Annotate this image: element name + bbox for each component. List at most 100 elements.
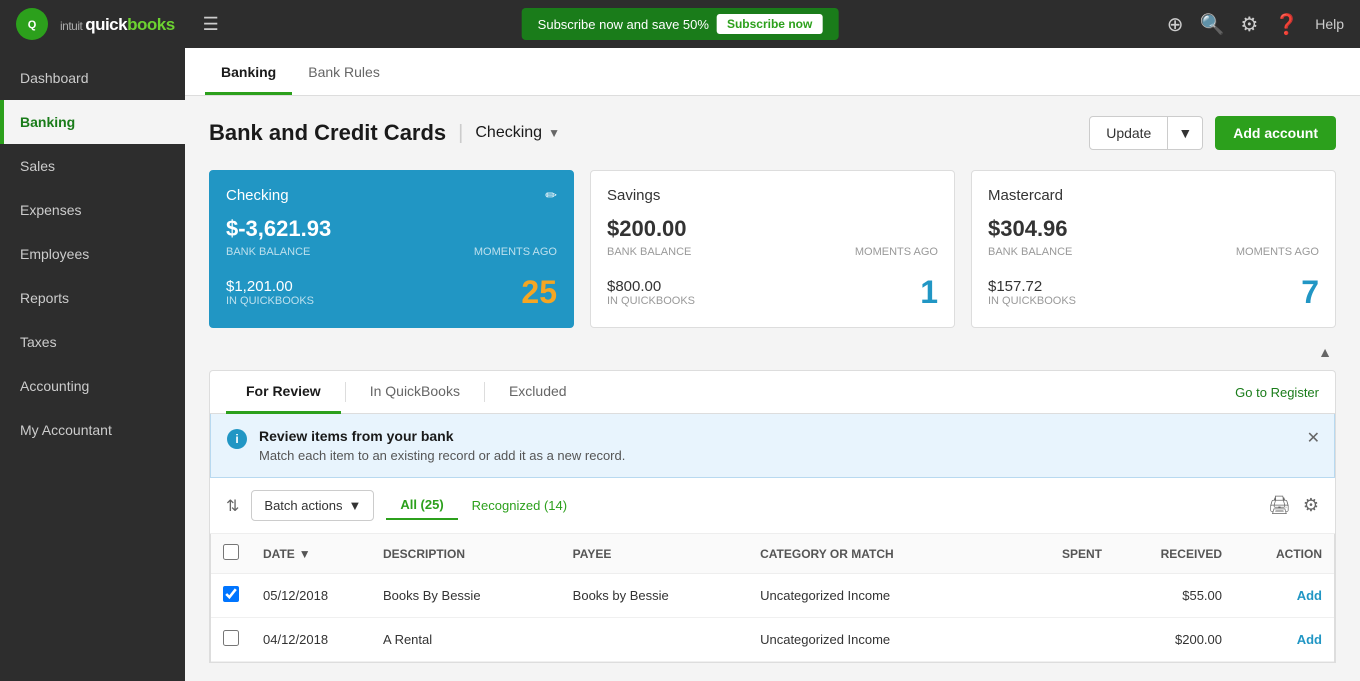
tab-for-review[interactable]: For Review [226,371,341,414]
col-payee: PAYEE [561,534,748,574]
row2-checkbox-cell [211,618,251,662]
account-selector[interactable]: Checking ▼ [475,124,560,142]
card-footer-checking: $1,201.00 IN QUICKBOOKS 25 [226,274,557,311]
inner-content: Bank and Credit Cards | Checking ▼ Updat… [185,96,1360,681]
collapse-icon: ▲ [1318,344,1332,360]
table-toolbar: ⇅ Batch actions ▼ All (25) Recognized (1… [210,478,1335,534]
page-header: Bank and Credit Cards | Checking ▼ Updat… [209,116,1336,150]
account-card-mastercard[interactable]: Mastercard $304.96 BANK BALANCE Moments … [971,170,1336,328]
row2-checkbox[interactable] [223,630,239,646]
card-header-checking: Checking ✏ [226,187,557,204]
help-icon[interactable]: ❓ [1274,12,1299,37]
row1-payee: Books by Bessie [561,574,748,618]
card-qb-balance-checking: $1,201.00 [226,278,314,295]
sidebar-item-expenses[interactable]: Expenses [0,188,185,232]
card-qb-label-checking: IN QUICKBOOKS [226,295,314,307]
add-account-button[interactable]: Add account [1215,116,1336,150]
svg-text:Q: Q [28,19,37,31]
sort-icon[interactable]: ⇅ [226,496,239,516]
help-label[interactable]: Help [1315,16,1344,32]
row1-spent [994,574,1114,618]
row1-checkbox[interactable] [223,586,239,602]
col-description: DESCRIPTION [371,534,561,574]
update-dropdown-button[interactable]: ▼ [1168,116,1203,150]
col-spent: SPENT [994,534,1114,574]
row1-description: Books By Bessie [371,574,561,618]
search-icon[interactable]: 🔍 [1199,12,1224,37]
sidebar-item-banking[interactable]: Banking [0,100,185,144]
row1-received: $55.00 [1114,574,1234,618]
account-cards: Checking ✏ $-3,621.93 BANK BALANCE Momen… [209,170,1336,328]
card-balance-savings: $200.00 [607,216,938,242]
transaction-table-area: DATE ▼ DESCRIPTION PAYEE CATEGORY OR MAT… [210,534,1335,663]
batch-actions-chevron: ▼ [348,498,361,513]
transaction-table: DATE ▼ DESCRIPTION PAYEE CATEGORY OR MAT… [211,534,1334,662]
col-date[interactable]: DATE ▼ [251,534,371,574]
account-card-savings[interactable]: Savings $200.00 BANK BALANCE Moments ago… [590,170,955,328]
card-header-savings: Savings [607,187,938,204]
filter-tabs: All (25) Recognized (14) [386,491,581,520]
row1-date: 05/12/2018 [251,574,371,618]
logo-area: Q intuit quickbooks ☰ [16,8,219,40]
sidebar: Dashboard Banking Sales Expenses Employe… [0,48,185,681]
page-title: Bank and Credit Cards [209,120,446,146]
card-count-savings: 1 [920,274,938,311]
subscribe-button[interactable]: Subscribe now [717,14,822,34]
date-sort-icon: ▼ [299,547,311,561]
tab-excluded[interactable]: Excluded [489,371,587,414]
batch-actions-button[interactable]: Batch actions ▼ [251,490,374,521]
tab-bar: Banking Bank Rules [185,48,1360,96]
settings-icon[interactable]: ⚙ [1240,12,1258,37]
card-balance-mastercard: $304.96 [988,216,1319,242]
info-text: Review items from your bank Match each i… [259,428,625,463]
sidebar-item-my-accountant[interactable]: My Accountant [0,408,185,452]
promo-text: Subscribe now and save 50% [538,17,709,32]
review-tab-bar: For Review In QuickBooks Excluded Go to … [210,371,1335,414]
info-close-button[interactable]: ✕ [1307,428,1320,448]
card-footer-mastercard: $157.72 IN QUICKBOOKS 7 [988,274,1319,311]
card-balance-label-mastercard: BANK BALANCE Moments ago [988,246,1319,258]
sidebar-item-taxes[interactable]: Taxes [0,320,185,364]
update-button[interactable]: Update [1089,116,1168,150]
row2-category: Uncategorized Income [748,618,994,662]
hamburger-icon[interactable]: ☰ [203,14,219,35]
filter-tab-recognized[interactable]: Recognized (14) [458,492,581,519]
account-selector-chevron: ▼ [548,126,560,140]
info-icon: i [227,429,247,449]
main-content: Banking Bank Rules Bank and Credit Cards… [185,48,1360,681]
card-qb-balance-mastercard: $157.72 [988,278,1076,295]
review-tabs-container: For Review In QuickBooks Excluded Go to … [209,370,1336,663]
tab-bank-rules[interactable]: Bank Rules [292,50,396,95]
sidebar-item-accounting[interactable]: Accounting [0,364,185,408]
row2-payee [561,618,748,662]
card-qb-balance-savings: $800.00 [607,278,695,295]
account-card-checking[interactable]: Checking ✏ $-3,621.93 BANK BALANCE Momen… [209,170,574,328]
card-name-mastercard: Mastercard [988,187,1063,204]
card-name-checking: Checking [226,187,289,204]
info-title: Review items from your bank [259,428,625,444]
sidebar-item-employees[interactable]: Employees [0,232,185,276]
row2-add-link[interactable]: Add [1297,632,1322,647]
sidebar-item-sales[interactable]: Sales [0,144,185,188]
go-to-register-link[interactable]: Go to Register [1235,373,1319,412]
table-settings-icon[interactable]: ⚙ [1303,495,1319,516]
print-icon[interactable]: 🖨 [1268,495,1291,516]
select-all-checkbox[interactable] [223,544,239,560]
card-qb-label-mastercard: IN QUICKBOOKS [988,295,1076,307]
tab-in-quickbooks[interactable]: In QuickBooks [350,371,480,414]
table-row: 05/12/2018 Books By Bessie Books by Bess… [211,574,1334,618]
promo-banner: Subscribe now and save 50% Subscribe now [522,8,839,40]
row2-date: 04/12/2018 [251,618,371,662]
add-icon[interactable]: ⊕ [1167,12,1184,37]
row1-add-link[interactable]: Add [1297,588,1322,603]
header-actions: Update ▼ Add account [1089,116,1336,150]
sidebar-item-dashboard[interactable]: Dashboard [0,56,185,100]
edit-icon-checking[interactable]: ✏ [545,187,557,204]
tab-banking[interactable]: Banking [205,50,292,95]
filter-tab-all[interactable]: All (25) [386,491,457,520]
page-separator: | [458,122,463,145]
row1-action: Add [1234,574,1334,618]
collapse-cards-btn[interactable]: ▲ [209,344,1336,362]
table-row: 04/12/2018 A Rental Uncategorized Income… [211,618,1334,662]
sidebar-item-reports[interactable]: Reports [0,276,185,320]
